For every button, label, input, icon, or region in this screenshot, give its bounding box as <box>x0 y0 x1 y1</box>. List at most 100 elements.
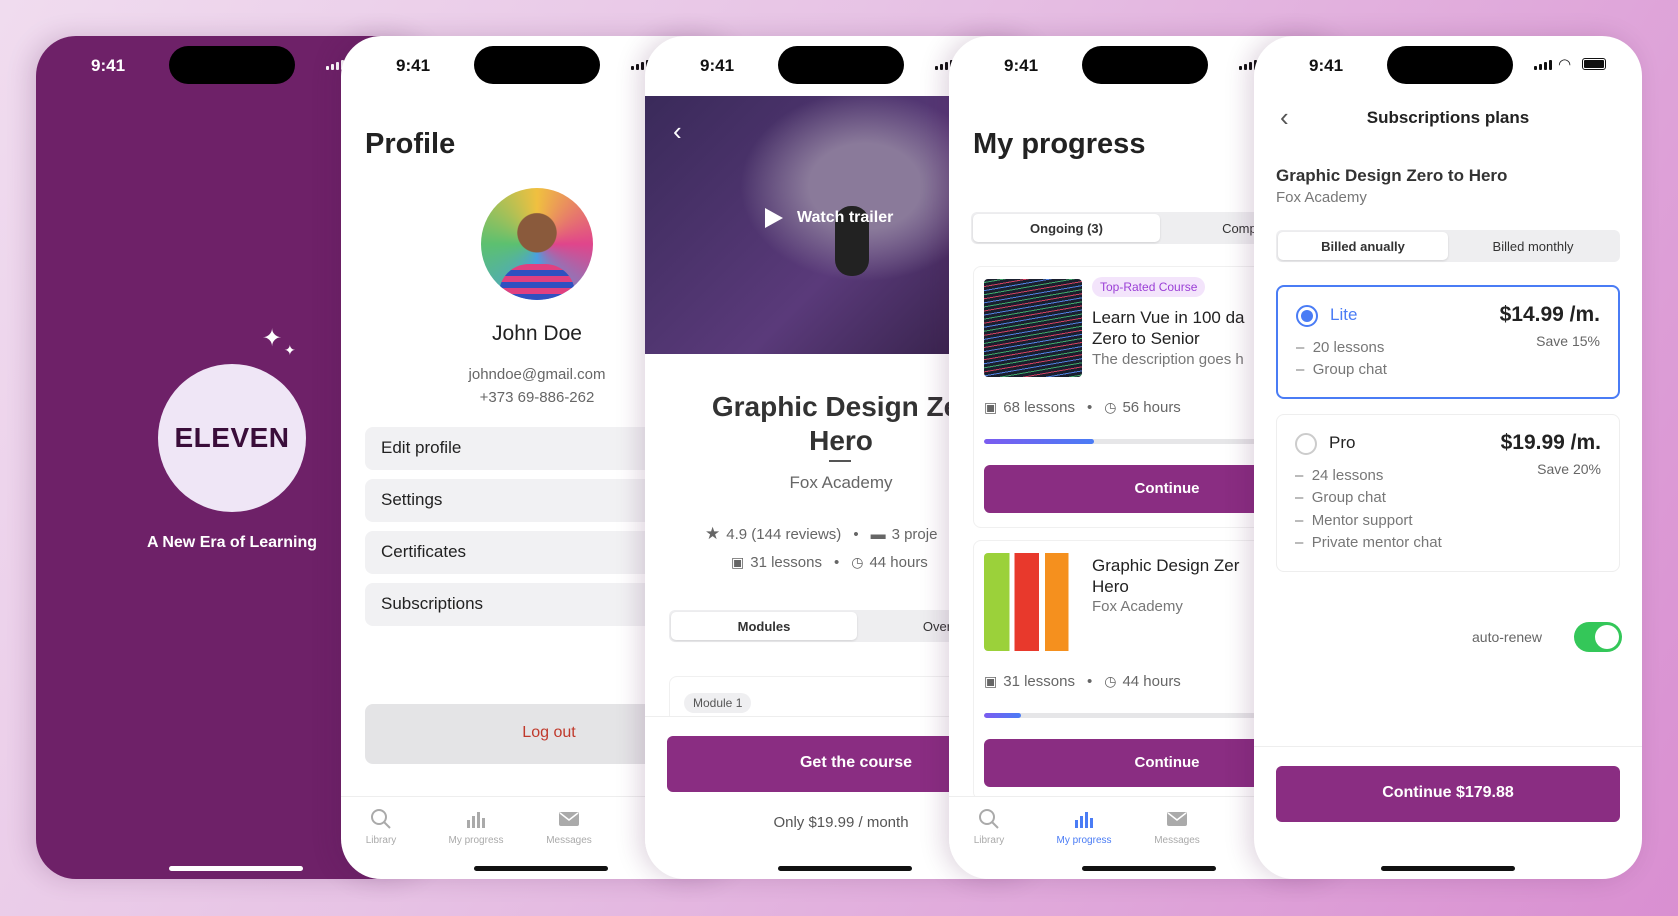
clock-icon: ◷ <box>1104 399 1117 415</box>
top-rated-badge: Top-Rated Course <box>1092 277 1206 297</box>
dynamic-island <box>474 46 600 84</box>
tab-my-progress[interactable]: My progress <box>1044 807 1124 846</box>
tab-messages-label: Messages <box>546 835 592 846</box>
folder-icon: ▬ <box>870 525 886 543</box>
dynamic-island <box>1082 46 1208 84</box>
tab-messages-label: Messages <box>1154 835 1200 846</box>
status-time: 9:41 <box>1309 56 1344 75</box>
dot-separator: • <box>1086 399 1093 416</box>
tab-messages[interactable]: Messages <box>1137 807 1217 846</box>
status-bar: 9:41 ◠ <box>1254 36 1642 96</box>
plan-saving: Save 20% <box>1537 461 1601 477</box>
home-indicator <box>1082 866 1216 871</box>
radio-selected[interactable] <box>1296 305 1318 327</box>
plan-pro[interactable]: Pro $19.99 /m. Save 20% – 24 lessons – G… <box>1276 414 1620 572</box>
clock-icon: ◷ <box>1104 673 1117 689</box>
dot-separator: • <box>853 525 859 543</box>
plan-feature: – Group chat <box>1295 489 1386 506</box>
tab-ongoing[interactable]: Ongoing (3) <box>973 214 1160 242</box>
tab-my-progress-label: My progress <box>448 835 504 846</box>
status-time: 9:41 <box>91 56 126 75</box>
course-meta-row-2: ▣ 31 lessons • ◷ 44 hours <box>731 554 928 571</box>
plan-lite[interactable]: Lite $14.99 /m. Save 15% – 20 lessons – … <box>1276 285 1620 399</box>
watch-trailer-button[interactable]: Watch trailer <box>765 208 893 228</box>
card-meta: ▣ 31 lessons • ◷ 44 hours <box>984 673 1181 690</box>
avatar[interactable] <box>481 188 593 300</box>
lessons-icon: ▣ <box>984 399 998 415</box>
plan-feature: – Group chat <box>1296 361 1387 378</box>
card-description: The description goes h <box>1092 351 1244 368</box>
module-badge: Module 1 <box>684 693 752 713</box>
sparkle-small-icon: ✦ <box>284 342 296 358</box>
bar-chart-icon <box>1044 807 1124 831</box>
course-meta-row-1: ★ 4.9 (144 reviews) • ▬ 3 proje <box>705 524 937 544</box>
continue-purchase-button[interactable]: Continue $179.88 <box>1276 766 1620 822</box>
page-title: My progress <box>973 128 1146 160</box>
plan-feature: – Mentor support <box>1295 512 1413 529</box>
footer-divider <box>1254 746 1642 747</box>
tab-modules[interactable]: Modules <box>671 612 857 640</box>
course-thumbnail <box>984 553 1082 651</box>
lessons-icon: ▣ <box>984 673 998 689</box>
plan-name: Pro <box>1329 433 1356 452</box>
watch-trailer-label: Watch trailer <box>797 209 894 226</box>
radio-unselected[interactable] <box>1295 433 1317 455</box>
page-title: Subscriptions plans <box>1366 108 1530 127</box>
tab-library-label: Library <box>365 835 397 846</box>
plan-feature: – Private mentor chat <box>1295 534 1442 551</box>
billed-monthly-option[interactable]: Billed monthly <box>1448 232 1618 260</box>
course-lessons: 31 lessons <box>750 554 822 571</box>
plan-price: $19.99 /m. <box>1500 431 1601 454</box>
card-lessons: 68 lessons <box>1003 399 1075 416</box>
card-meta: ▣ 68 lessons • ◷ 56 hours <box>984 399 1181 416</box>
home-indicator <box>474 866 608 871</box>
page-title: Profile <box>365 128 456 160</box>
home-indicator <box>169 866 303 871</box>
mail-icon <box>529 807 609 831</box>
bar-chart-icon <box>436 807 516 831</box>
card-lessons: 31 lessons <box>1003 673 1075 690</box>
course-rating: 4.9 (144 reviews) <box>726 525 842 543</box>
plan-price: $14.99 /m. <box>1499 303 1600 326</box>
tab-my-progress[interactable]: My progress <box>436 807 516 846</box>
progress-fill <box>984 713 1021 718</box>
tab-library[interactable]: Library <box>949 807 1029 846</box>
card-hours: 44 hours <box>1122 673 1181 690</box>
home-indicator <box>1381 866 1515 871</box>
lessons-icon: ▣ <box>731 554 745 570</box>
card-hours: 56 hours <box>1122 399 1181 416</box>
back-chevron-icon[interactable]: ‹ <box>673 116 682 147</box>
tab-library[interactable]: Library <box>341 807 421 846</box>
clock-icon: ◷ <box>851 554 864 570</box>
app-logo: ELEVEN <box>158 364 306 512</box>
dynamic-island <box>169 46 295 84</box>
play-icon <box>765 208 783 228</box>
card-title-line2: Hero <box>1092 577 1129 596</box>
card-title-line1: Graphic Design Zer <box>1092 556 1240 575</box>
progress-fill <box>984 439 1094 444</box>
status-time: 9:41 <box>396 56 431 75</box>
mail-icon <box>1137 807 1217 831</box>
course-title: Graphic Design Zero to Hero <box>1276 166 1508 185</box>
subscription-screen: 9:41 ◠ ‹ Subscriptions plans Graphic Des… <box>1254 36 1642 879</box>
card-title-line2: Zero to Senior <box>1092 329 1200 348</box>
auto-renew-toggle[interactable] <box>1574 622 1622 652</box>
course-hours: 44 hours <box>869 554 928 571</box>
search-icon <box>949 807 1029 831</box>
dot-separator: • <box>1086 673 1093 690</box>
plan-feature: – 24 lessons <box>1295 467 1384 484</box>
billing-toggle: Billed anually Billed monthly <box>1276 230 1620 262</box>
status-time: 9:41 <box>1004 56 1039 75</box>
course-author: Fox Academy <box>1276 189 1367 206</box>
search-icon <box>341 807 421 831</box>
logo-text: ELEVEN <box>174 422 290 453</box>
dynamic-island <box>778 46 904 84</box>
tab-messages[interactable]: Messages <box>529 807 609 846</box>
battery-icon <box>1582 58 1606 70</box>
wifi-icon: ◠ <box>1558 56 1572 73</box>
star-icon: ★ <box>705 524 721 543</box>
billed-annually-option[interactable]: Billed anually <box>1278 232 1448 260</box>
home-indicator <box>778 866 912 871</box>
card-title-line1: Learn Vue in 100 da <box>1092 308 1245 327</box>
card-author: Fox Academy <box>1092 598 1183 615</box>
